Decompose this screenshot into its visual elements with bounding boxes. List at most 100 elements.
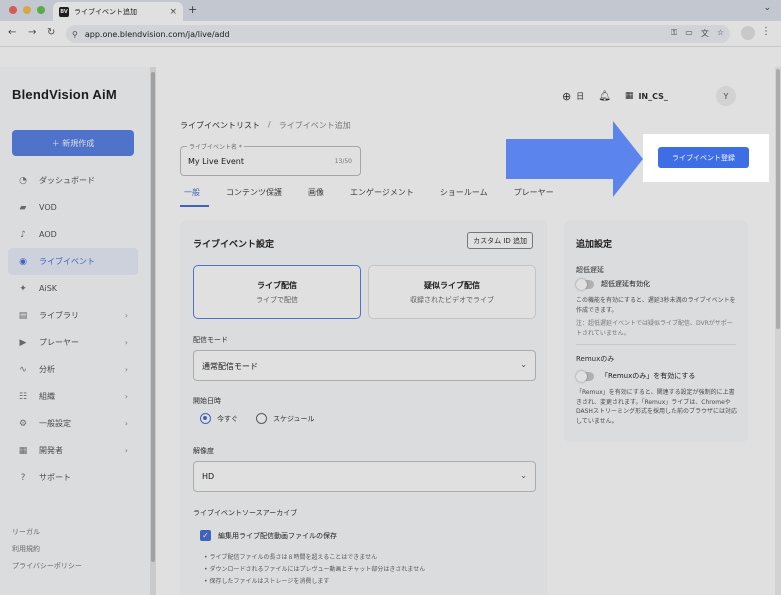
- sidebar-item[interactable]: ☷ 組織 ›: [8, 383, 138, 410]
- sidebar-nav: ◔ ダッシュボード ▰ VOD ♪ AOD ◉ ライブイベント ✦ AiSK ▤ ライブラリ › ▶ プレー…: [8, 167, 138, 491]
- archive-note: • 保存したファイルはストレージを消費します: [204, 578, 330, 585]
- app: BlendVision AiM ＋ 新規作成 ◔ ダッシュボード ▰ VOD ♪ AOD ◉…: [0, 47, 781, 595]
- sidebar-item[interactable]: ▶ プレーヤー ›: [8, 329, 138, 356]
- sidebar-item[interactable]: ▰ VOD: [8, 194, 138, 221]
- reload-button[interactable]: ↻: [47, 27, 55, 38]
- chevron-down-icon: ⌄: [520, 471, 527, 480]
- cast-icon[interactable]: ▭: [685, 28, 693, 39]
- sidebar-item[interactable]: ◔ ダッシュボード: [8, 167, 138, 194]
- close-window-button[interactable]: [9, 6, 17, 14]
- chevron-down-icon: ⌄: [520, 360, 527, 369]
- profile-icon[interactable]: [741, 26, 755, 40]
- breadcrumb-live-list[interactable]: ライブイベントリスト: [180, 120, 260, 131]
- chevron-right-icon: ›: [124, 338, 128, 347]
- remux-toggle-label: 「Remuxのみ」を有効にする: [601, 372, 696, 380]
- mode-pseudo-live-card[interactable]: 疑似ライブ配信 収録されたビデオでライブ: [368, 265, 536, 319]
- chevron-right-icon: ›: [124, 419, 128, 428]
- divider: [576, 344, 736, 345]
- tab-3[interactable]: エンゲージメント: [337, 187, 427, 207]
- menu-icon[interactable]: ⋮: [761, 26, 771, 37]
- add-custom-id-button[interactable]: カスタム ID 追加: [467, 232, 533, 249]
- sidebar-item[interactable]: ⚙ 一般設定 ›: [8, 410, 138, 437]
- register-live-event-button[interactable]: ライブイベント登録: [658, 147, 749, 168]
- event-name-value[interactable]: My Live Event: [188, 157, 244, 166]
- mode-live-card[interactable]: ライブ配信 ライブで配信: [193, 265, 361, 319]
- create-new-button[interactable]: ＋ 新規作成: [12, 130, 134, 156]
- analytics-icon: ∿: [19, 364, 27, 375]
- url-text: app.one.blendvision.com/ja/live/add: [84, 29, 230, 39]
- resolution-value: HD: [202, 472, 215, 481]
- bell-icon[interactable]: 🔔︎: [598, 91, 611, 102]
- archive-notes: • ライブ配信ファイルの長さは８時間を超えることはできません • ダウンロードさ…: [204, 552, 425, 588]
- start-schedule-radio[interactable]: スケジュール: [256, 413, 315, 424]
- translate-icon[interactable]: 文: [701, 28, 709, 39]
- forward-button[interactable]: →: [28, 27, 36, 38]
- sidebar-item-label: プレーヤー: [39, 338, 79, 347]
- avatar[interactable]: Y: [715, 86, 736, 106]
- org-switch[interactable]: ▦ IN_CS_: [625, 91, 668, 101]
- archive-checkbox-row[interactable]: ✓ 編集用ライブ配信動画ファイルの保存: [200, 530, 337, 541]
- checkbox-checked-icon[interactable]: ✓: [200, 530, 211, 541]
- music-icon: ♪: [20, 229, 26, 240]
- sidebar-item-label: 一般設定: [39, 419, 71, 428]
- event-name-field[interactable]: ライブイベント名 * My Live Event 13/50: [180, 142, 361, 176]
- footer-link[interactable]: 利用規約: [12, 544, 82, 561]
- sidebar: BlendVision AiM ＋ 新規作成 ◔ ダッシュボード ▰ VOD ♪ AOD ◉…: [0, 67, 150, 595]
- brand-logo[interactable]: BlendVision AiM: [12, 87, 117, 102]
- tab-4[interactable]: ショールーム: [427, 187, 501, 207]
- remux-toggle[interactable]: [576, 370, 594, 382]
- start-time-label: 開始日時: [193, 397, 221, 405]
- back-button[interactable]: ←: [8, 27, 16, 38]
- resolution-select[interactable]: HD ⌄: [193, 461, 536, 492]
- sidebar-item[interactable]: ◉ ライブイベント: [8, 248, 138, 275]
- url-field[interactable]: ⚲ app.one.blendvision.com/ja/live/add ⚿ …: [66, 25, 730, 43]
- sidebar-item[interactable]: ▤ ライブラリ ›: [8, 302, 138, 329]
- footer-link[interactable]: リーガル: [12, 527, 82, 544]
- header-tools: ⊕ 日 🔔︎ ▦ IN_CS_ Y: [562, 86, 736, 106]
- sidebar-item[interactable]: ▦ 開発者 ›: [8, 437, 138, 464]
- address-bar: ← → ↻ ⚲ app.one.blendvision.com/ja/live/…: [0, 21, 781, 47]
- highlight-spot: ライブイベント登録: [643, 134, 769, 182]
- tab-0[interactable]: 一般: [180, 187, 213, 207]
- site-info-icon[interactable]: ⚲: [72, 30, 78, 39]
- sidebar-item[interactable]: ? サポート: [8, 464, 138, 491]
- close-icon[interactable]: ×: [169, 7, 177, 17]
- remux-toggle-row[interactable]: 「Remuxのみ」を有効にする: [576, 370, 696, 382]
- key-icon[interactable]: ⚿: [671, 28, 677, 39]
- chevron-down-icon[interactable]: ⌄: [763, 3, 771, 13]
- tab-1[interactable]: コンテンツ保護: [213, 187, 295, 207]
- ull-note: 注：超低遅延イベントでは疑似ライブ配信、DVRがサポートされていません。: [576, 320, 733, 337]
- event-name-counter: 13/50: [334, 158, 352, 165]
- new-tab-button[interactable]: +: [188, 3, 197, 16]
- organization-icon: ☷: [18, 391, 28, 402]
- ull-toggle[interactable]: [576, 278, 594, 290]
- sidebar-item-label: サポート: [39, 473, 71, 482]
- breadcrumb-separator: /: [268, 120, 271, 129]
- star-icon[interactable]: ☆: [717, 28, 724, 39]
- minimize-window-button[interactable]: [23, 6, 31, 14]
- main-scrollbar-thumb[interactable]: [776, 69, 780, 329]
- browser-tab[interactable]: BV ライブイベント追加 ×: [53, 2, 183, 21]
- tab-2[interactable]: 画像: [295, 187, 337, 207]
- live-icon: ◉: [19, 256, 27, 267]
- live-settings-panel: ライブイベント設定 カスタム ID 追加 ライブ配信 ライブで配信 疑似ライブ配…: [180, 220, 547, 595]
- mode-live-title: ライブ配信: [257, 280, 297, 290]
- maximize-window-button[interactable]: [37, 6, 45, 14]
- remux-description: 「Remux」を有効にすると、関連する設定が強制的に上書きされ、変更されます。「…: [576, 389, 737, 425]
- sidebar-item[interactable]: ∿ 分析 ›: [8, 356, 138, 383]
- additional-settings-title: 追加設定: [576, 240, 613, 250]
- sidebar-item[interactable]: ♪ AOD: [8, 221, 138, 248]
- start-now-radio[interactable]: 今すぐ: [200, 413, 238, 424]
- sidebar-item-label: AiSK: [39, 284, 58, 293]
- video-icon: ▰: [19, 202, 27, 213]
- remux-label: Remuxのみ: [576, 355, 615, 363]
- language-switch[interactable]: ⊕ 日: [562, 90, 584, 103]
- footer-link[interactable]: プライバシーポリシー: [12, 561, 82, 578]
- sidebar-item[interactable]: ✦ AiSK: [8, 275, 138, 302]
- delivery-mode-select[interactable]: 通常配信モード ⌄: [193, 350, 536, 381]
- sidebar-scrollbar-thumb[interactable]: [151, 72, 155, 562]
- ull-toggle-row[interactable]: 超低遅延有効化: [576, 278, 650, 290]
- ull-toggle-label: 超低遅延有効化: [601, 280, 650, 288]
- tab-5[interactable]: プレーヤー: [501, 187, 567, 207]
- org-name: IN_CS_: [638, 91, 668, 101]
